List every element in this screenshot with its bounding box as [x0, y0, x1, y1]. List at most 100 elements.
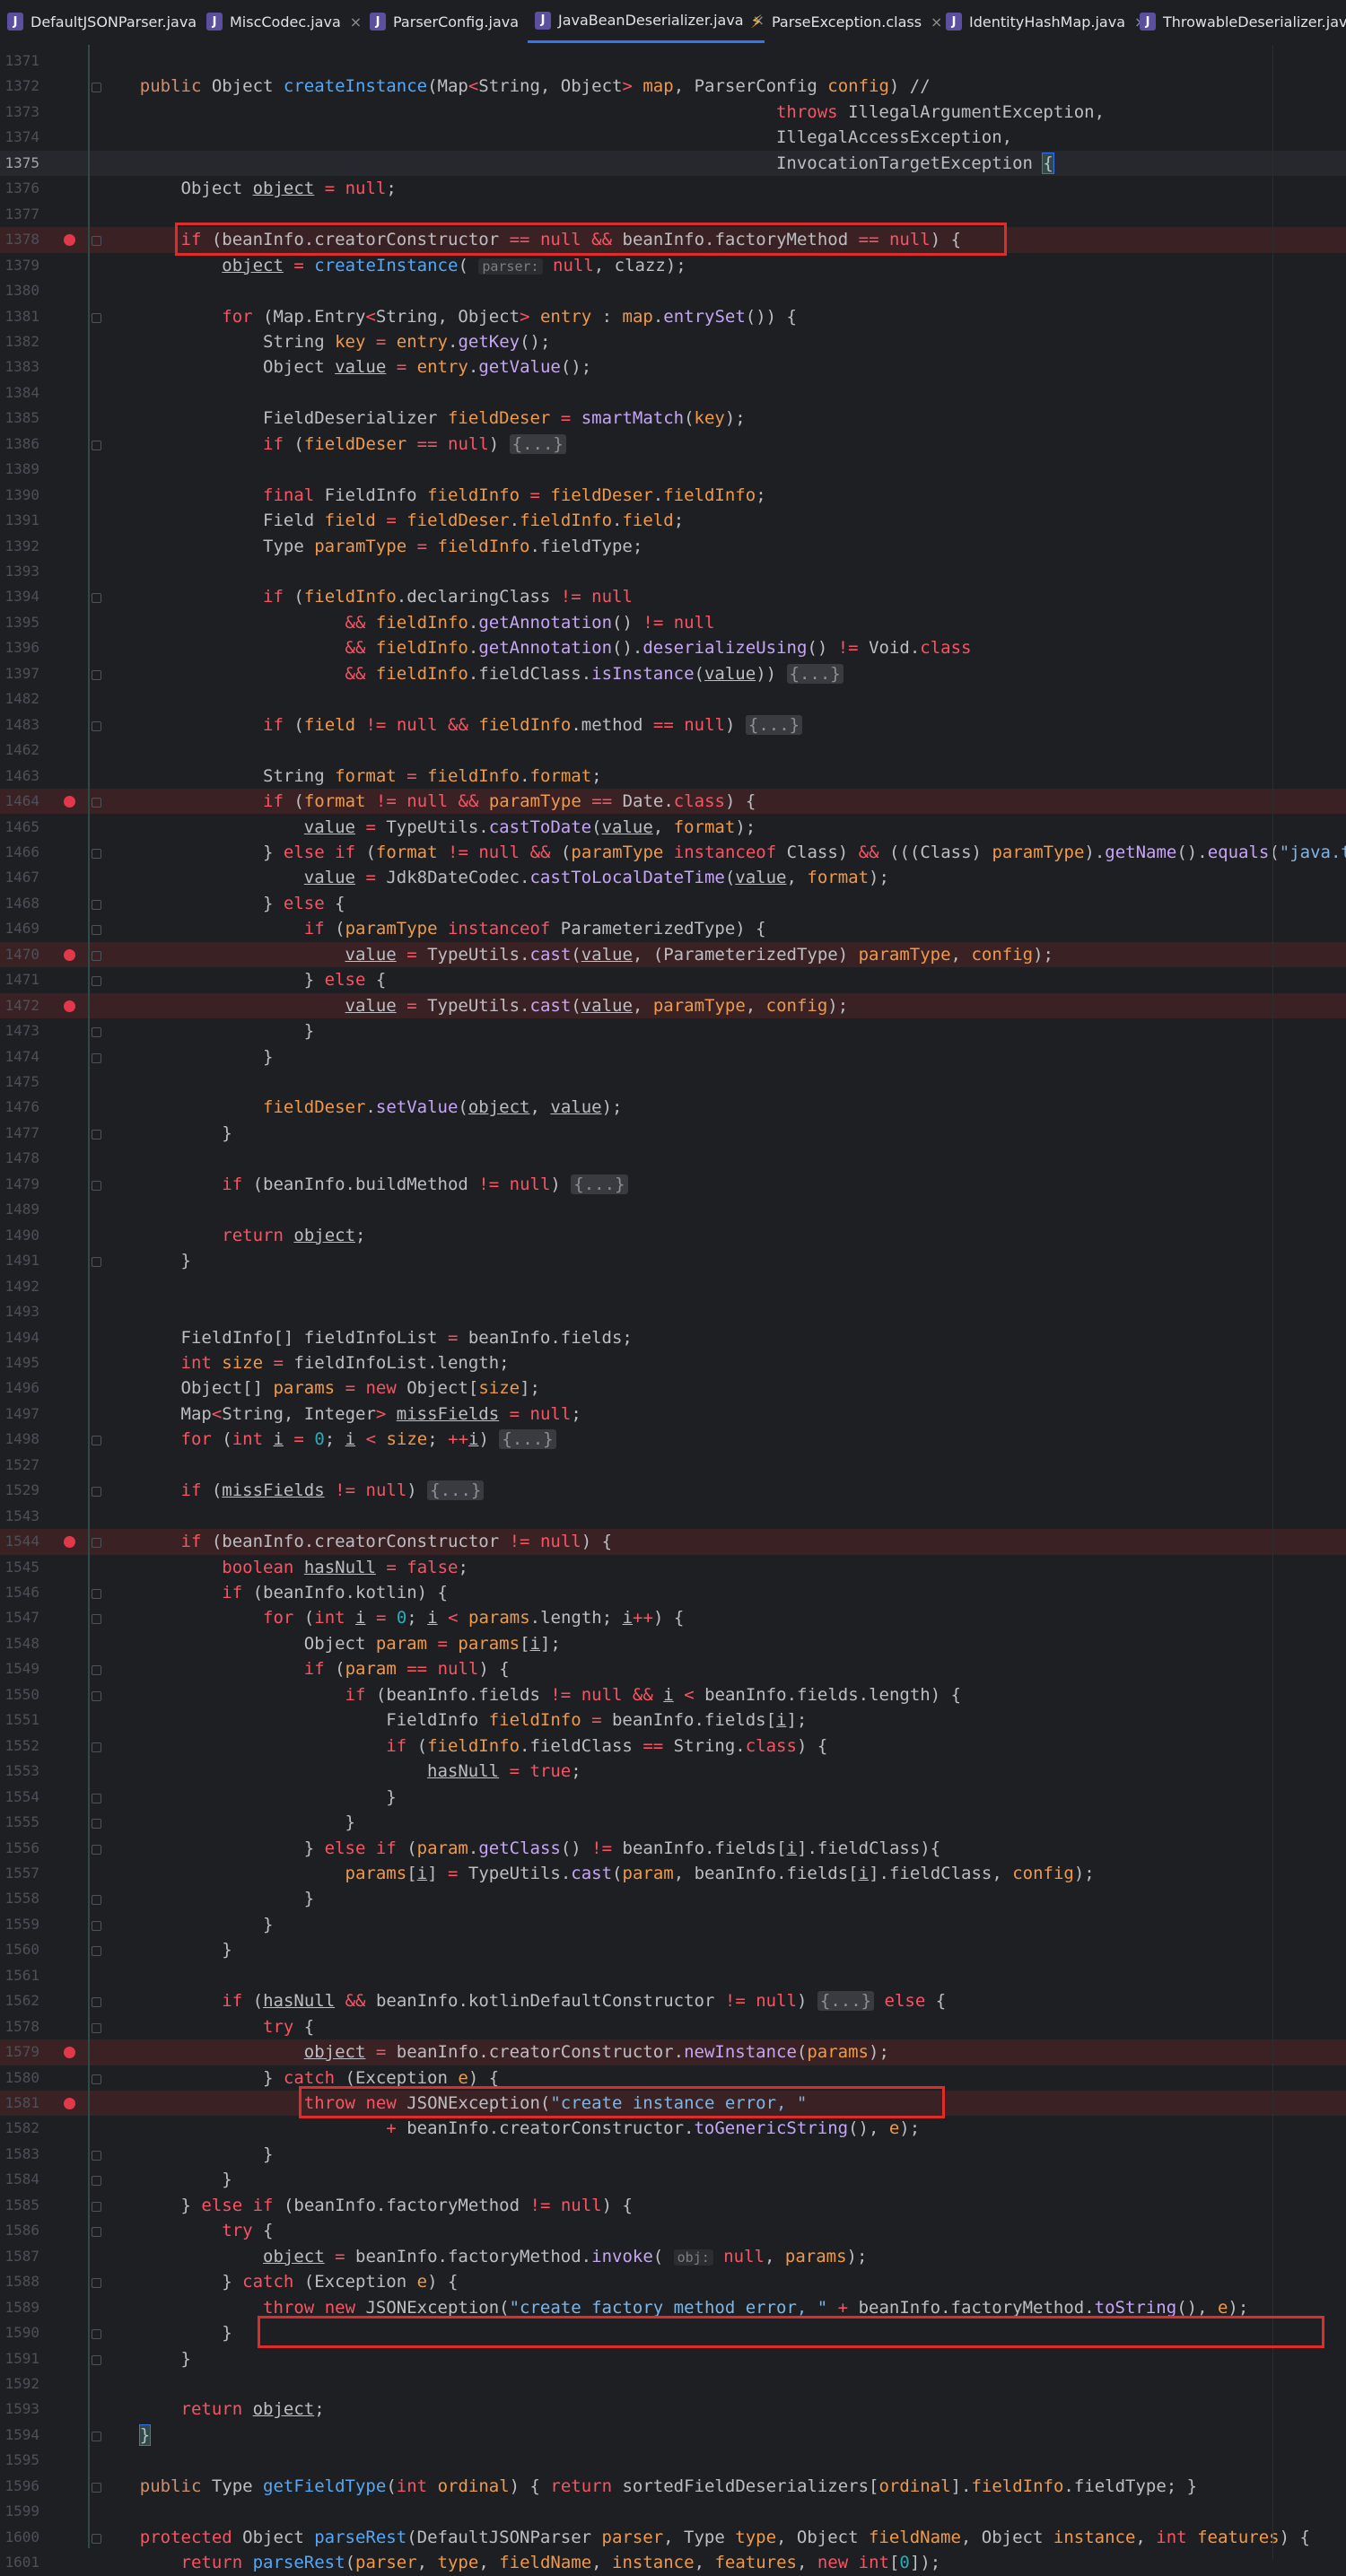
code-line[interactable]: 1544 if (beanInfo.creatorConstructor != … — [0, 1529, 1346, 1555]
code-line[interactable]: 1593 return object; — [0, 2397, 1346, 2422]
line-number[interactable]: 1595 — [0, 2448, 39, 2473]
line-number[interactable]: 1471 — [0, 967, 39, 992]
line-number[interactable]: 1556 — [0, 1836, 39, 1861]
line-number[interactable]: 1377 — [0, 202, 39, 227]
line-number[interactable]: 1587 — [0, 2244, 39, 2269]
code-line[interactable]: 1557 params[i] = TypeUtils.cast(param, b… — [0, 1861, 1346, 1886]
line-number[interactable]: 1497 — [0, 1402, 39, 1427]
code-line[interactable]: 1550 if (beanInfo.fields != null && i < … — [0, 1682, 1346, 1707]
line-number[interactable]: 1560 — [0, 1937, 39, 1962]
code-line[interactable]: 1581 throw new JSONException("create ins… — [0, 2091, 1346, 2117]
code-line[interactable]: 1395 && fieldInfo.getAnnotation() != nul… — [0, 610, 1346, 635]
code-line[interactable]: 1588 } catch (Exception e) { — [0, 2269, 1346, 2294]
line-number[interactable]: 1578 — [0, 2014, 39, 2039]
code-line[interactable]: 1396 && fieldInfo.getAnnotation().deseri… — [0, 635, 1346, 660]
line-number[interactable]: 1372 — [0, 74, 39, 99]
line-number[interactable]: 1581 — [0, 2091, 39, 2116]
code-line[interactable]: 1496 Object[] params = new Object[size]; — [0, 1375, 1346, 1401]
line-number[interactable]: 1464 — [0, 789, 39, 814]
line-number[interactable]: 1592 — [0, 2371, 39, 2397]
code-line[interactable]: 1371 — [0, 48, 1346, 74]
line-number[interactable]: 1465 — [0, 815, 39, 840]
code-line[interactable]: 1551 FieldInfo fieldInfo = beanInfo.fiel… — [0, 1707, 1346, 1733]
line-number[interactable]: 1378 — [0, 227, 39, 252]
line-number[interactable]: 1397 — [0, 661, 39, 686]
line-number[interactable]: 1543 — [0, 1504, 39, 1529]
code-line[interactable]: 1552 if (fieldInfo.fieldClass == String.… — [0, 1733, 1346, 1759]
code-line[interactable]: 1393 — [0, 559, 1346, 584]
line-number[interactable]: 1591 — [0, 2346, 39, 2371]
line-number[interactable]: 1545 — [0, 1555, 39, 1580]
code-line[interactable]: 1394 if (fieldInfo.declaringClass != nul… — [0, 584, 1346, 609]
code-line[interactable]: 1494 FieldInfo[] fieldInfoList = beanInf… — [0, 1325, 1346, 1350]
code-line[interactable]: 1373 throws IllegalArgumentException, — [0, 100, 1346, 125]
code-line[interactable]: 1385 FieldDeserializer fieldDeser = smar… — [0, 406, 1346, 431]
line-number[interactable]: 1594 — [0, 2423, 39, 2448]
code-line[interactable]: 1556 } else if (param.getClass() != bean… — [0, 1836, 1346, 1861]
line-number[interactable]: 1463 — [0, 764, 39, 789]
code-line[interactable]: 1382 String key = entry.getKey(); — [0, 329, 1346, 354]
line-number[interactable]: 1382 — [0, 329, 39, 354]
line-number[interactable]: 1494 — [0, 1325, 39, 1350]
code-line[interactable]: 1549 if (param == null) { — [0, 1656, 1346, 1681]
line-number[interactable]: 1544 — [0, 1529, 39, 1554]
code-line[interactable]: 1596 public Type getFieldType(int ordina… — [0, 2474, 1346, 2499]
line-number[interactable]: 1582 — [0, 2116, 39, 2141]
line-number[interactable]: 1482 — [0, 686, 39, 712]
code-line[interactable]: 1389 — [0, 457, 1346, 482]
line-number[interactable]: 1585 — [0, 2193, 39, 2218]
code-line[interactable]: 1482 — [0, 686, 1346, 712]
line-number[interactable]: 1389 — [0, 457, 39, 482]
line-number[interactable]: 1473 — [0, 1018, 39, 1043]
breakpoint-icon[interactable] — [64, 796, 75, 808]
breakpoint-icon[interactable] — [64, 948, 75, 961]
line-number[interactable]: 1470 — [0, 942, 39, 967]
line-number[interactable]: 1478 — [0, 1146, 39, 1171]
line-number[interactable]: 1593 — [0, 2397, 39, 2422]
line-number[interactable]: 1384 — [0, 380, 39, 406]
code-line[interactable]: 1379 object = createInstance( parser: nu… — [0, 253, 1346, 278]
line-number[interactable]: 1529 — [0, 1478, 39, 1503]
code-line[interactable]: 1491 } — [0, 1248, 1346, 1273]
code-line[interactable]: 1383 Object value = entry.getValue(); — [0, 354, 1346, 380]
code-line[interactable]: 1589 throw new JSONException("create fac… — [0, 2295, 1346, 2320]
code-line[interactable]: 1472 value = TypeUtils.cast(value, param… — [0, 992, 1346, 1019]
line-number[interactable]: 1496 — [0, 1375, 39, 1401]
tab-parserconfig-java[interactable]: JParserConfig.java× — [363, 0, 539, 43]
code-line[interactable]: 1594 } — [0, 2423, 1346, 2448]
line-number[interactable]: 1579 — [0, 2039, 39, 2065]
code-line[interactable]: 1375 InvocationTargetException { — [0, 150, 1346, 177]
code-line[interactable]: 1463 String format = fieldInfo.format; — [0, 764, 1346, 789]
breakpoint-icon[interactable] — [64, 1536, 75, 1549]
line-number[interactable]: 1589 — [0, 2295, 39, 2320]
line-number[interactable]: 1380 — [0, 278, 39, 303]
line-number[interactable]: 1391 — [0, 508, 39, 533]
line-number[interactable]: 1548 — [0, 1631, 39, 1656]
code-line[interactable]: 1489 — [0, 1197, 1346, 1222]
code-line[interactable]: 1497 Map<String, Integer> missFields = n… — [0, 1402, 1346, 1427]
line-number[interactable]: 1371 — [0, 48, 39, 74]
code-line[interactable]: 1469 if (paramType instanceof Parameteri… — [0, 916, 1346, 941]
code-line[interactable]: 1583 } — [0, 2142, 1346, 2167]
code-line[interactable]: 1527 — [0, 1453, 1346, 1478]
code-line[interactable]: 1465 value = TypeUtils.castToDate(value,… — [0, 815, 1346, 840]
line-number[interactable]: 1467 — [0, 865, 39, 890]
line-number[interactable]: 1396 — [0, 635, 39, 660]
line-number[interactable]: 1553 — [0, 1759, 39, 1784]
code-line[interactable]: 1586 try { — [0, 2218, 1346, 2243]
code-line[interactable]: 1591 } — [0, 2346, 1346, 2371]
line-number[interactable]: 1559 — [0, 1912, 39, 1937]
line-number[interactable]: 1562 — [0, 1988, 39, 2013]
code-line[interactable]: 1377 — [0, 202, 1346, 227]
code-line[interactable]: 1498 for (int i = 0; i < size; ++i) {...… — [0, 1427, 1346, 1452]
code-line[interactable]: 1468 } else { — [0, 891, 1346, 916]
line-number[interactable]: 1550 — [0, 1682, 39, 1707]
code-line[interactable]: 1584 } — [0, 2167, 1346, 2192]
code-line[interactable]: 1599 — [0, 2499, 1346, 2524]
code-line[interactable]: 1601 return parseRest(parser, type, fiel… — [0, 2550, 1346, 2575]
line-number[interactable]: 1588 — [0, 2269, 39, 2294]
code-line[interactable]: 1546 if (beanInfo.kotlin) { — [0, 1580, 1346, 1605]
code-line[interactable]: 1381 for (Map.Entry<String, Object> entr… — [0, 304, 1346, 329]
line-number[interactable]: 1580 — [0, 2065, 39, 2091]
line-number[interactable]: 1586 — [0, 2218, 39, 2243]
